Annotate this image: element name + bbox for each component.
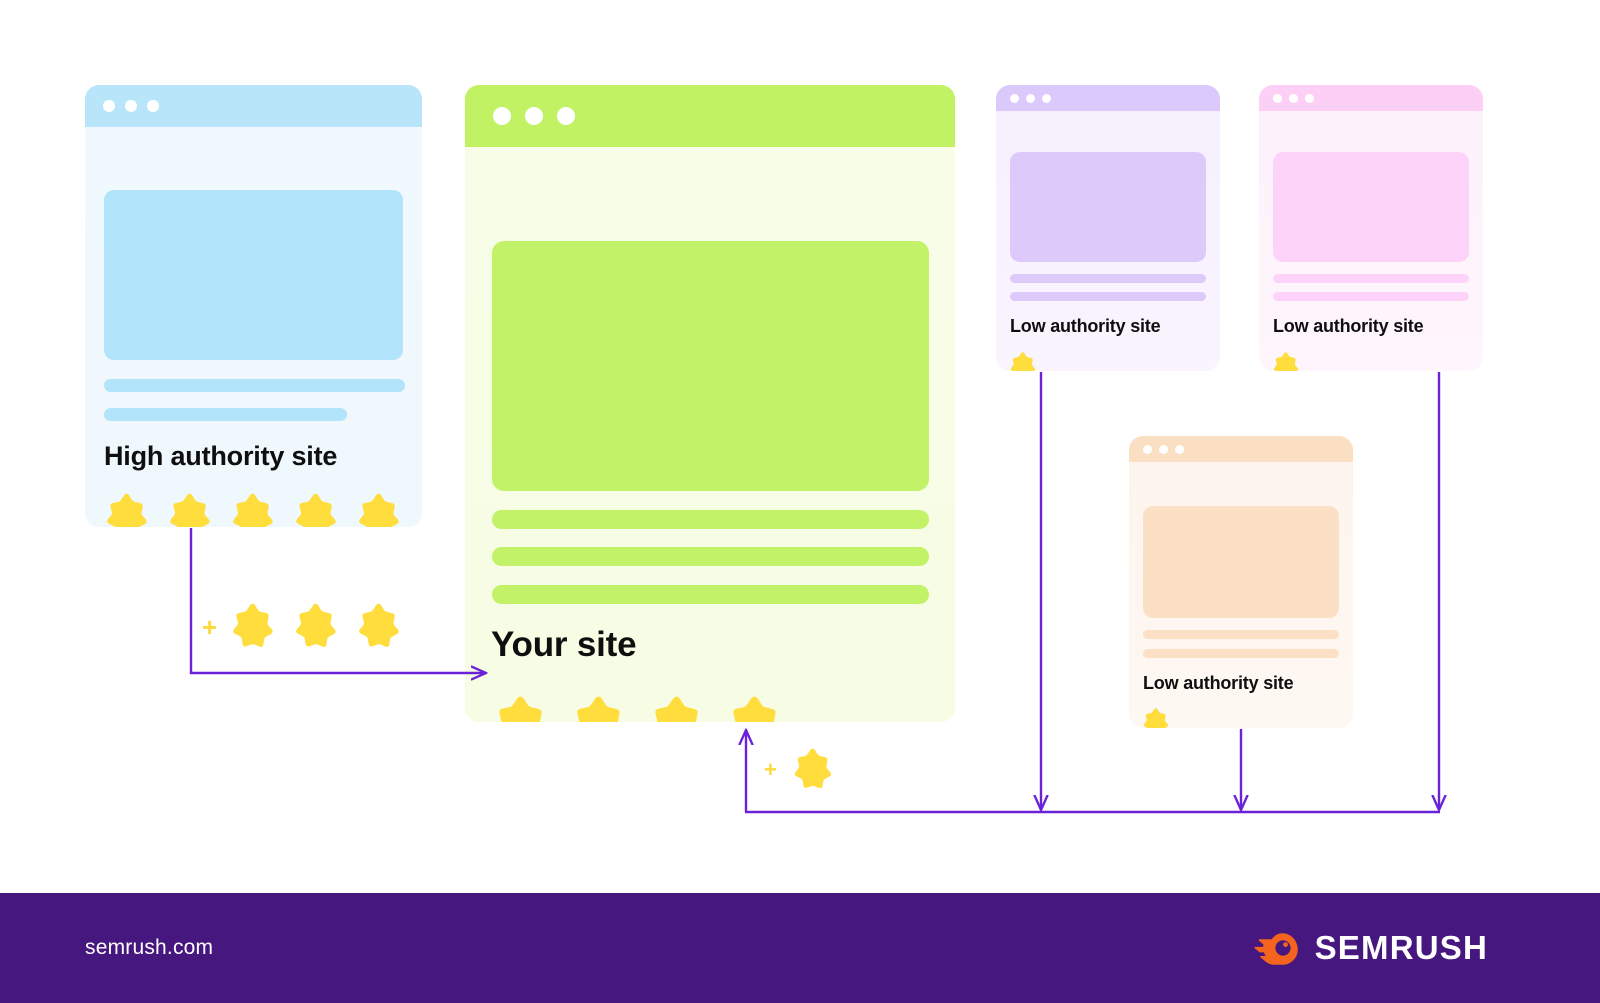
window-dot-icon	[1026, 93, 1035, 103]
card-your-site: Your site	[465, 85, 955, 722]
annotation-your-to-low: +	[764, 747, 837, 793]
browser-titlebar	[465, 85, 955, 147]
star-rating-your-site	[487, 694, 799, 722]
star-rating-low-authority-2	[1270, 351, 1302, 371]
footer-bar: semrush.com SEMRUSH	[0, 893, 1600, 1003]
semrush-wordmark: SEMRUSH	[1314, 929, 1488, 966]
window-controls	[1143, 444, 1191, 454]
card-low-authority-site-2: Low authority site	[1259, 85, 1483, 371]
window-controls	[493, 107, 589, 125]
window-controls	[1273, 93, 1321, 103]
window-dot-icon	[1010, 93, 1019, 103]
window-controls	[1010, 93, 1058, 103]
annotation-high-to-your: +	[202, 602, 416, 652]
text-placeholder-line	[492, 585, 929, 604]
window-dot-icon	[493, 107, 511, 125]
window-dot-icon	[147, 100, 159, 112]
window-dot-icon	[1159, 444, 1168, 454]
card-low-authority-site-3: Low authority site	[1129, 436, 1353, 728]
text-placeholder-line	[1143, 630, 1339, 639]
star-icon	[1010, 352, 1036, 371]
star-icon	[170, 493, 210, 527]
card-title-low-authority-3: Low authority site	[1143, 673, 1294, 693]
hero-placeholder	[104, 190, 403, 360]
star-rating-high-authority	[101, 492, 416, 527]
star-rating-low-authority-3	[1140, 707, 1172, 728]
infographic-canvas: High authority site Your site Low author…	[0, 0, 1600, 1003]
star-icon	[655, 696, 698, 722]
text-placeholder-line	[1010, 292, 1206, 301]
card-title-low-authority-2: Low authority site	[1273, 316, 1424, 336]
browser-titlebar	[1259, 85, 1483, 111]
browser-titlebar	[1129, 436, 1353, 462]
star-icon	[733, 696, 776, 722]
star-icon	[107, 493, 147, 527]
window-dot-icon	[125, 100, 137, 112]
window-dot-icon	[525, 107, 543, 125]
window-controls	[103, 100, 169, 112]
text-placeholder-line	[1010, 274, 1206, 283]
hero-placeholder	[492, 241, 929, 491]
plus-icon: +	[202, 612, 218, 642]
card-low-authority-site-1: Low authority site	[996, 85, 1220, 371]
star-icon	[296, 493, 336, 527]
star-icon	[296, 603, 336, 647]
window-dot-icon	[103, 100, 115, 112]
star-icon	[233, 493, 273, 527]
window-dot-icon	[1143, 444, 1152, 454]
window-dot-icon	[1289, 93, 1298, 103]
hero-placeholder	[1143, 506, 1339, 618]
window-dot-icon	[1273, 93, 1282, 103]
text-placeholder-line	[1143, 649, 1339, 658]
star-icon	[794, 748, 832, 789]
card-title-high-authority: High authority site	[104, 441, 338, 471]
hero-placeholder	[1010, 152, 1206, 262]
text-placeholder-line	[104, 408, 347, 421]
text-placeholder-line	[1273, 292, 1469, 301]
window-dot-icon	[1042, 93, 1051, 103]
browser-titlebar	[85, 85, 422, 127]
star-icon	[1143, 708, 1169, 728]
star-icon	[359, 493, 399, 527]
semrush-logo[interactable]: SEMRUSH	[1254, 929, 1488, 967]
browser-titlebar	[996, 85, 1220, 111]
hero-placeholder	[1273, 152, 1469, 262]
card-title-your-site: Your site	[491, 625, 637, 664]
footer-url[interactable]: semrush.com	[85, 936, 213, 960]
text-placeholder-line	[492, 510, 929, 529]
window-dot-icon	[557, 107, 575, 125]
text-placeholder-line	[104, 379, 405, 392]
star-icon	[233, 603, 273, 647]
text-placeholder-line	[492, 547, 929, 566]
star-icon	[1273, 352, 1299, 371]
star-rating-low-authority-1	[1007, 351, 1039, 371]
star-icon	[359, 603, 399, 647]
plus-icon: +	[764, 757, 777, 782]
card-high-authority-site: High authority site	[85, 85, 422, 527]
window-dot-icon	[1175, 444, 1184, 454]
text-placeholder-line	[1273, 274, 1469, 283]
star-icon	[499, 696, 542, 722]
window-dot-icon	[1305, 93, 1314, 103]
semrush-comet-icon	[1254, 933, 1298, 965]
card-title-low-authority-1: Low authority site	[1010, 316, 1161, 336]
star-icon	[577, 696, 620, 722]
